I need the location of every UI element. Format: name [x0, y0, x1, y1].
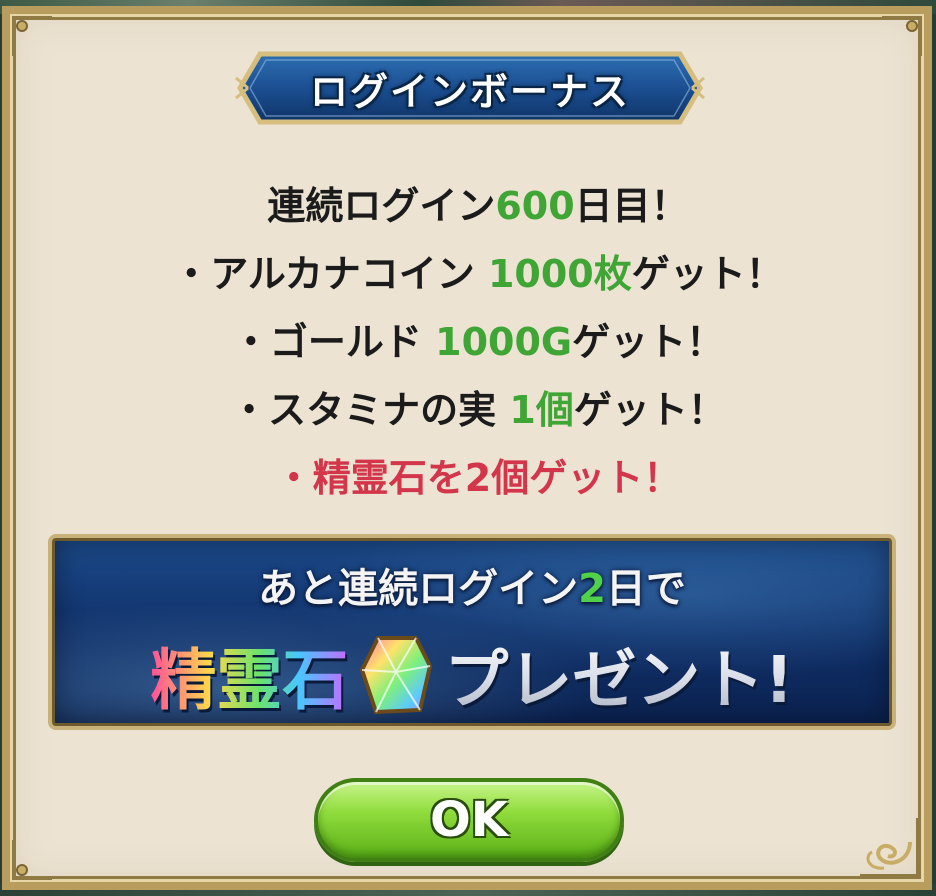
reward-amount: 1個 — [509, 388, 574, 432]
reward-name: ・スタミナの実 — [230, 388, 510, 432]
corner-ornament-icon — [10, 14, 56, 60]
ok-button[interactable]: OK — [314, 778, 624, 862]
dialog-title: ログインボーナス — [309, 68, 630, 114]
reward-suffix: ゲット！ — [572, 320, 725, 364]
corner-scroll-ornament-icon — [854, 812, 924, 882]
corner-ornament-icon — [10, 836, 56, 882]
reward-suffix: ゲット！ — [631, 252, 784, 296]
next-reward-item: 精霊石 プレゼント! — [52, 630, 892, 720]
reward-name: ・アルカナコイン — [172, 252, 488, 296]
login-bonus-dialog: ログインボーナス 連続ログイン600日目！ ・アルカナコイン 1000枚ゲット！… — [2, 6, 932, 890]
next-reward-countdown: あと連続ログイン2日で — [52, 556, 892, 614]
streak-suffix: 日目！ — [574, 184, 689, 228]
next-reward-banner: あと連続ログイン2日で 精霊石 プレゼント! — [48, 534, 896, 730]
present-text: プレゼント! — [444, 629, 793, 721]
reward-suffix: ゲット！ — [573, 388, 726, 432]
reward-line-stamina: ・スタミナの実 1個ゲット！ — [70, 376, 886, 444]
reward-line-gold: ・ゴールド 1000Gゲット！ — [70, 308, 886, 376]
reward-line-spirit-stone: ・精霊石を2個ゲット！ — [274, 456, 682, 500]
corner-ornament-icon — [878, 14, 924, 60]
streak-line: 連続ログイン600日目！ — [70, 172, 886, 240]
countdown-days: 2 — [578, 566, 606, 612]
bonus-message-block: 連続ログイン600日目！ ・アルカナコイン 1000枚ゲット！ ・ゴールド 10… — [70, 172, 886, 512]
spirit-stone-gem-icon — [358, 632, 434, 718]
countdown-suffix: 日で — [605, 566, 686, 612]
streak-days: 600 — [495, 184, 575, 228]
ok-button-label: OK — [430, 792, 508, 848]
reward-amount: 1000G — [435, 320, 573, 364]
reward-item-name: 精霊石 — [150, 627, 348, 723]
streak-prefix: 連続ログイン — [267, 184, 496, 228]
reward-line-coin: ・アルカナコイン 1000枚ゲット！ — [70, 240, 886, 308]
reward-name: ・ゴールド — [231, 320, 436, 364]
countdown-prefix: あと連続ログイン — [258, 566, 579, 612]
title-plate: ログインボーナス — [234, 48, 706, 128]
reward-amount: 1000枚 — [487, 252, 632, 296]
